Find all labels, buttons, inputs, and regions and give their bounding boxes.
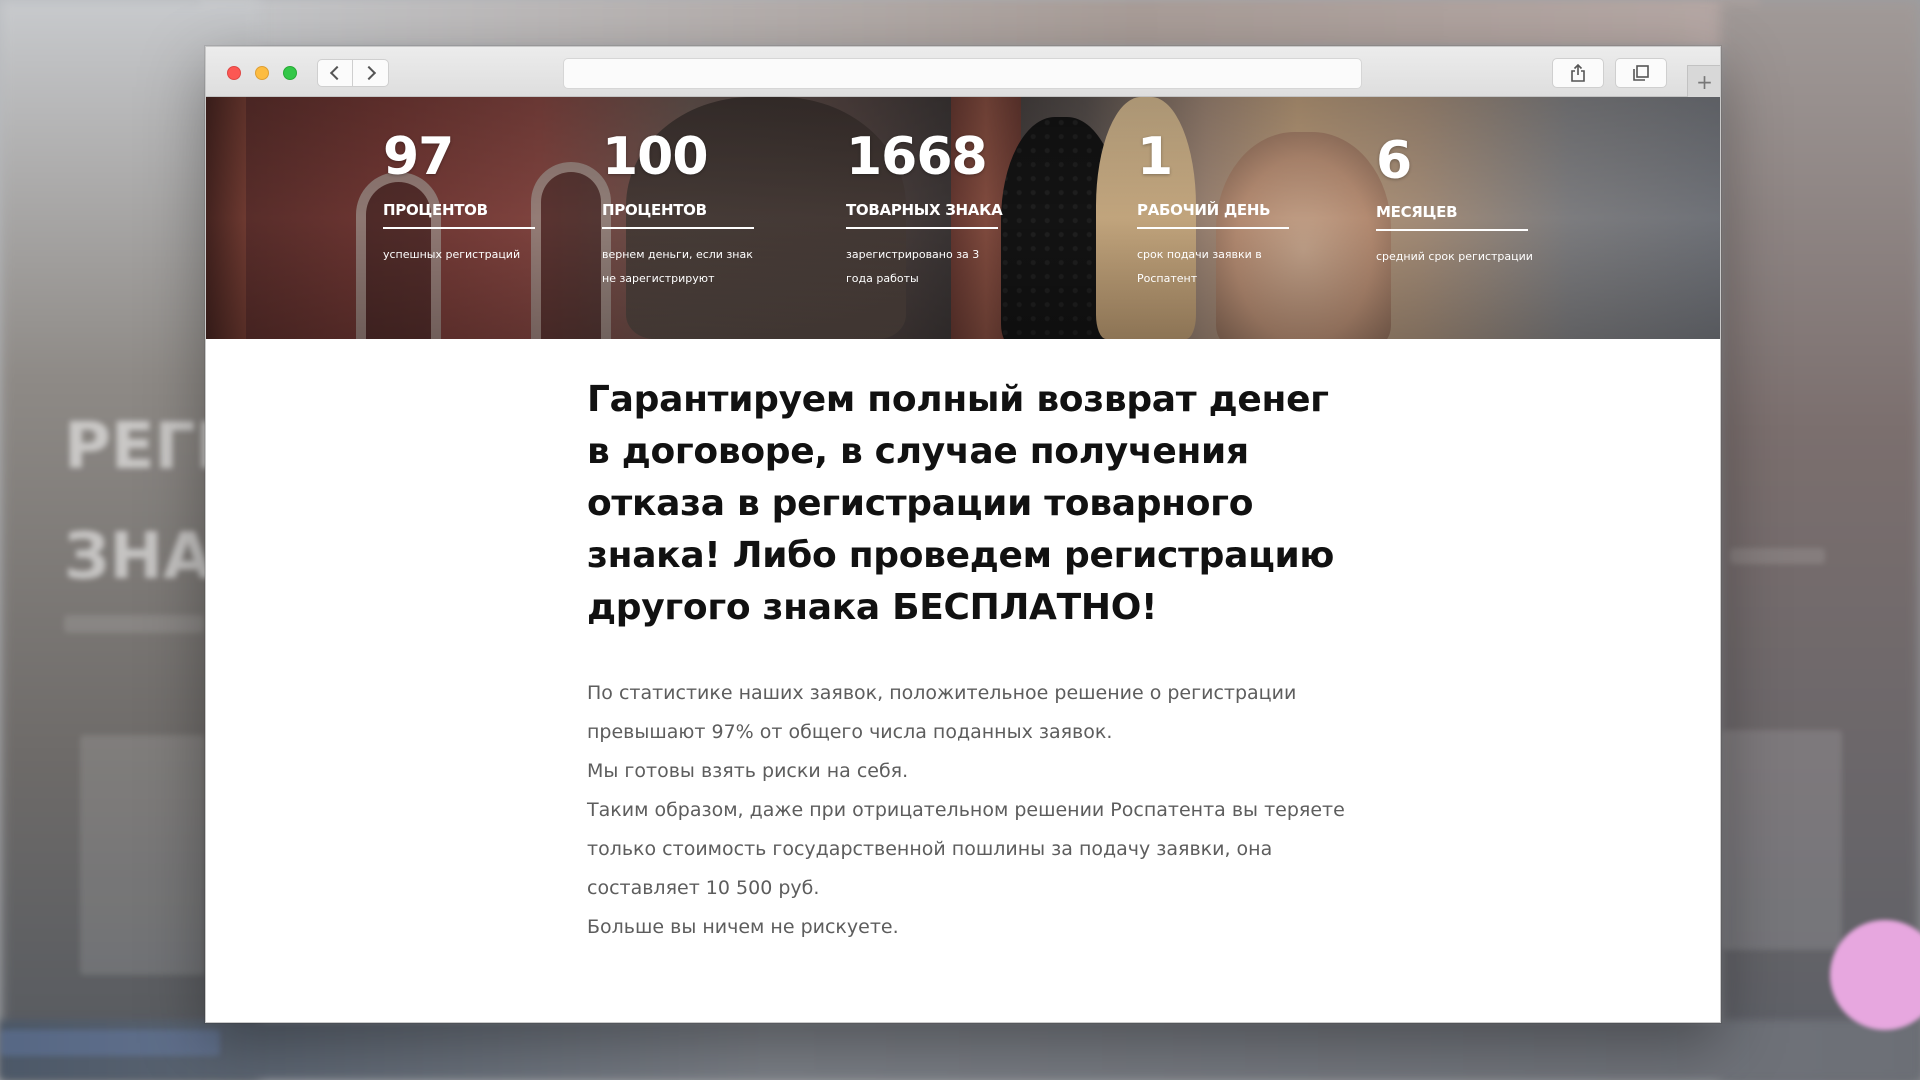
guarantee-headline: Гарантируем полный возврат денег в догов… xyxy=(587,379,1335,628)
body-paragraph-fee: Таким образом, даже при отрицательном ре… xyxy=(587,799,1345,899)
tabs-overview-button[interactable] xyxy=(1615,58,1667,88)
blurred-line xyxy=(64,615,204,633)
blurred-text-right xyxy=(1730,548,1825,564)
body-paragraph-no-risk: Больше вы ничем не рискуете. xyxy=(587,916,899,938)
stat-description: средний срок регистрации xyxy=(1376,250,1533,263)
back-button[interactable] xyxy=(317,59,353,87)
minimize-window-button[interactable] xyxy=(255,66,269,80)
stat-description: вернем деньги, если знак не зарегистриру… xyxy=(602,248,753,285)
blurred-card-left xyxy=(80,735,205,975)
background-top xyxy=(200,0,1760,46)
stat-number: 1 xyxy=(1137,127,1173,187)
stat-divider xyxy=(1376,229,1528,231)
body-paragraph-statistics: По статистике наших заявок, положительно… xyxy=(587,682,1297,743)
stat-description: успешных регистраций xyxy=(383,248,521,261)
new-tab-button[interactable]: + xyxy=(1687,65,1720,97)
background-bottom xyxy=(0,1020,1920,1080)
forward-button[interactable] xyxy=(353,59,389,87)
blurred-heading-2: ЗНА xyxy=(64,520,213,594)
share-button[interactable] xyxy=(1552,58,1604,88)
stat-number: 97 xyxy=(383,127,454,187)
stat-description: срок подачи заявки в Роспатент xyxy=(1137,248,1262,285)
stat-divider xyxy=(1137,227,1289,229)
stat-divider xyxy=(846,227,998,229)
blurred-bottom-link xyxy=(0,1030,220,1056)
close-window-button[interactable] xyxy=(227,66,241,80)
browser-toolbar: + xyxy=(206,47,1720,97)
body-paragraph-risks: Мы готовы взять риски на себя. xyxy=(587,760,909,782)
stat-description: зарегистрировано за 3 года работы xyxy=(846,248,980,285)
navigation-buttons xyxy=(317,59,389,87)
stat-number: 6 xyxy=(1376,131,1412,191)
stat-label: РАБОЧИЙ ДЕНЬ xyxy=(1137,201,1271,219)
address-bar[interactable] xyxy=(563,58,1362,89)
stat-divider xyxy=(383,227,535,229)
browser-window: + 97 ПРОЦЕНТОВ успешных регистраций 100 … xyxy=(205,46,1721,1023)
stat-number: 1668 xyxy=(846,127,988,187)
tabs-icon xyxy=(1633,65,1649,81)
stats-banner: 97 ПРОЦЕНТОВ успешных регистраций 100 ПР… xyxy=(206,97,1720,339)
chevron-left-icon xyxy=(329,65,345,81)
guarantee-section: Гарантируем полный возврат денег в догов… xyxy=(587,374,1347,947)
share-icon xyxy=(1571,63,1585,82)
maximize-window-button[interactable] xyxy=(283,66,297,80)
plus-icon: + xyxy=(1696,69,1713,94)
stat-label: ПРОЦЕНТОВ xyxy=(383,201,488,219)
chevron-right-icon xyxy=(361,65,376,81)
stat-label: ТОВАРНЫХ ЗНАКА xyxy=(846,201,1003,219)
stat-label: МЕСЯЦЕВ xyxy=(1376,203,1458,221)
stat-number: 100 xyxy=(602,127,709,187)
stat-label: ПРОЦЕНТОВ xyxy=(602,201,707,219)
guarantee-body: По статистике наших заявок, положительно… xyxy=(587,674,1347,947)
stat-divider xyxy=(602,227,754,229)
blurred-card-right xyxy=(1722,730,1842,950)
